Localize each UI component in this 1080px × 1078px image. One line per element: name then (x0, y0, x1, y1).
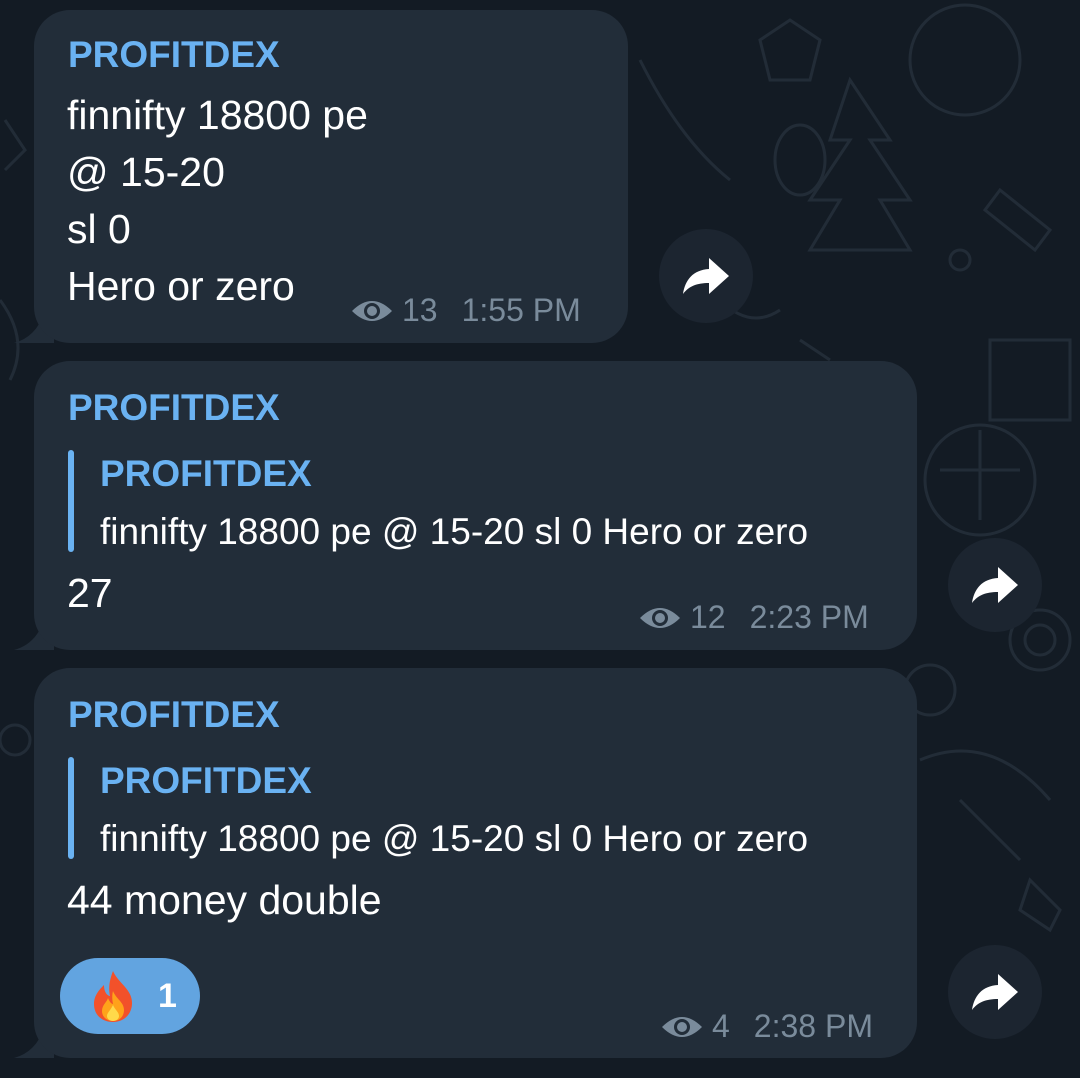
sender-name[interactable]: PROFITDEX (68, 387, 280, 429)
reply-sender[interactable]: PROFITDEX (100, 760, 312, 802)
view-count: 4 (712, 1008, 730, 1044)
share-arrow-icon (683, 258, 729, 294)
message-text: 27 (67, 570, 113, 616)
reply-bar (68, 450, 74, 552)
message-meta: 4 2:38 PM (660, 1008, 873, 1045)
eye-icon (662, 1016, 702, 1037)
message-time: 2:38 PM (753, 1008, 873, 1044)
share-arrow-icon (972, 567, 1018, 603)
message-meta: 13 1:55 PM (350, 292, 581, 329)
reply-text[interactable]: finnifty 18800 pe @ 15-20 sl 0 Hero or z… (100, 818, 808, 860)
fire-emoji-icon (94, 971, 132, 1022)
message-text: 44 money double (67, 877, 382, 923)
eye-icon (352, 300, 392, 321)
message-bubble[interactable]: PROFITDEX PROFITDEX finnifty 18800 pe @ … (34, 361, 917, 650)
message-time: 1:55 PM (461, 292, 581, 328)
sender-name[interactable]: PROFITDEX (68, 34, 280, 76)
eye-icon (640, 607, 680, 628)
share-arrow-icon (972, 974, 1018, 1010)
reaction-count: 1 (158, 976, 177, 1015)
message-line: sl 0 (67, 206, 131, 252)
reply-text[interactable]: finnifty 18800 pe @ 15-20 sl 0 Hero or z… (100, 511, 808, 553)
view-count: 12 (690, 599, 726, 635)
message-bubble[interactable]: PROFITDEX finnifty 18800 pe @ 15-20 sl 0… (34, 10, 628, 343)
message-line: Hero or zero (67, 263, 295, 309)
sender-name[interactable]: PROFITDEX (68, 694, 280, 736)
message-line: finnifty 18800 pe (67, 92, 368, 138)
message-time: 2:23 PM (749, 599, 869, 635)
message-line: @ 15-20 (67, 149, 225, 195)
forward-button[interactable] (948, 945, 1042, 1039)
reply-bar (68, 757, 74, 859)
view-count: 13 (402, 292, 438, 328)
forward-button[interactable] (948, 538, 1042, 632)
message-meta: 12 2:23 PM (638, 599, 869, 636)
forward-button[interactable] (659, 229, 753, 323)
reply-sender[interactable]: PROFITDEX (100, 453, 312, 495)
reaction-chip[interactable]: 1 (60, 958, 200, 1034)
